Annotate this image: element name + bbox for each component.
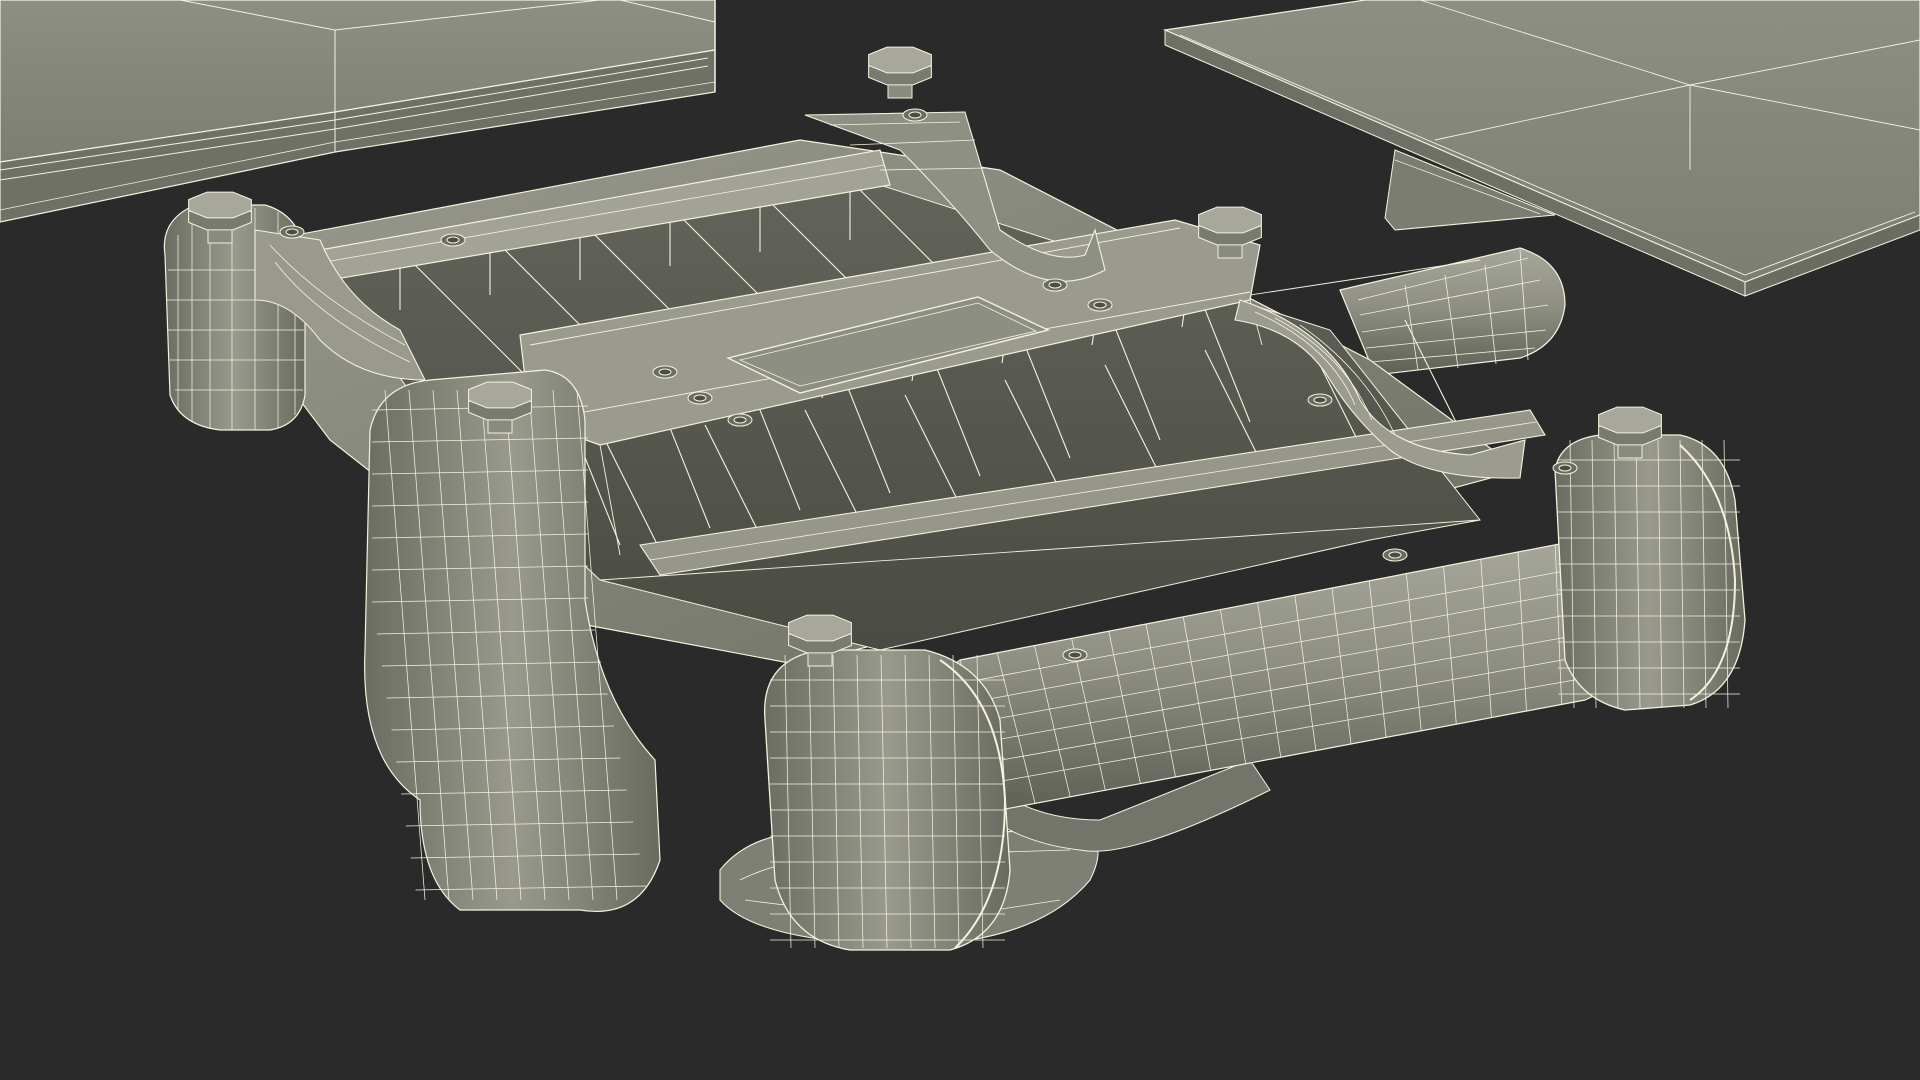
- bolt-top: [868, 46, 932, 74]
- bolt-head: [868, 46, 932, 99]
- hole-bore: [446, 236, 460, 244]
- bolt-top: [1598, 406, 1662, 434]
- hole-bore: [1313, 396, 1327, 404]
- hole-bore: [733, 416, 747, 424]
- render-viewport: [0, 0, 1920, 1080]
- bolt-top: [188, 191, 252, 219]
- bolt-top: [788, 614, 852, 642]
- hole-bore: [1093, 301, 1107, 309]
- right-endcap: [1554, 434, 1746, 711]
- bolt-top: [1198, 206, 1262, 234]
- hole-bore: [1558, 464, 1572, 472]
- hole-bore: [1068, 651, 1082, 659]
- hole-bore: [285, 228, 299, 236]
- hole-bore: [1048, 281, 1062, 289]
- top-right-panel: [1162, 0, 1920, 297]
- wireframe-render: [0, 0, 1920, 951]
- hole-bore: [658, 368, 672, 376]
- hole-bore: [1388, 551, 1402, 559]
- front-left-endcap: [763, 649, 1011, 951]
- hole-bore: [693, 394, 707, 402]
- hole-bore: [908, 111, 922, 119]
- right-shaft: [1339, 247, 1566, 376]
- bolt-top: [468, 381, 532, 409]
